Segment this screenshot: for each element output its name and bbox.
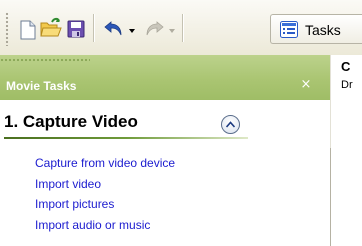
collections-panel: C Dr: [331, 55, 362, 246]
save-project-icon[interactable]: [67, 20, 85, 42]
section-divider: [4, 137, 248, 139]
task-link-import-video[interactable]: Import video: [35, 177, 101, 191]
toolbar: Tasks: [0, 0, 362, 56]
open-project-icon[interactable]: [40, 17, 62, 43]
close-icon[interactable]: ×: [298, 77, 314, 93]
undo-icon[interactable]: [103, 18, 125, 42]
tasks-button[interactable]: Tasks: [270, 14, 362, 44]
task-link-import-audio-or-music[interactable]: Import audio or music: [35, 218, 150, 232]
collections-panel-title: C: [341, 59, 351, 74]
task-pane-grip: [0, 58, 90, 62]
new-project-icon[interactable]: [20, 20, 36, 44]
tasks-button-label: Tasks: [305, 22, 341, 38]
undo-dropdown-arrow-icon[interactable]: [129, 29, 135, 33]
task-link-capture-from-video-device[interactable]: Capture from video device: [35, 156, 175, 170]
redo-dropdown-arrow-icon[interactable]: [169, 29, 175, 33]
tasks-list-icon: [280, 21, 298, 42]
task-pane-header: Movie Tasks ×: [0, 55, 330, 100]
toolbar-separator: [182, 14, 184, 42]
redo-icon[interactable]: [143, 18, 165, 42]
collections-panel-subtitle: Dr: [341, 79, 353, 91]
toolbar-grip[interactable]: [5, 12, 9, 46]
toolbar-separator: [93, 14, 95, 42]
task-pane-title: Movie Tasks: [6, 79, 77, 93]
collapse-section-icon[interactable]: [221, 115, 240, 134]
section-title: 1. Capture Video: [4, 112, 138, 131]
task-link-import-pictures[interactable]: Import pictures: [35, 197, 114, 211]
